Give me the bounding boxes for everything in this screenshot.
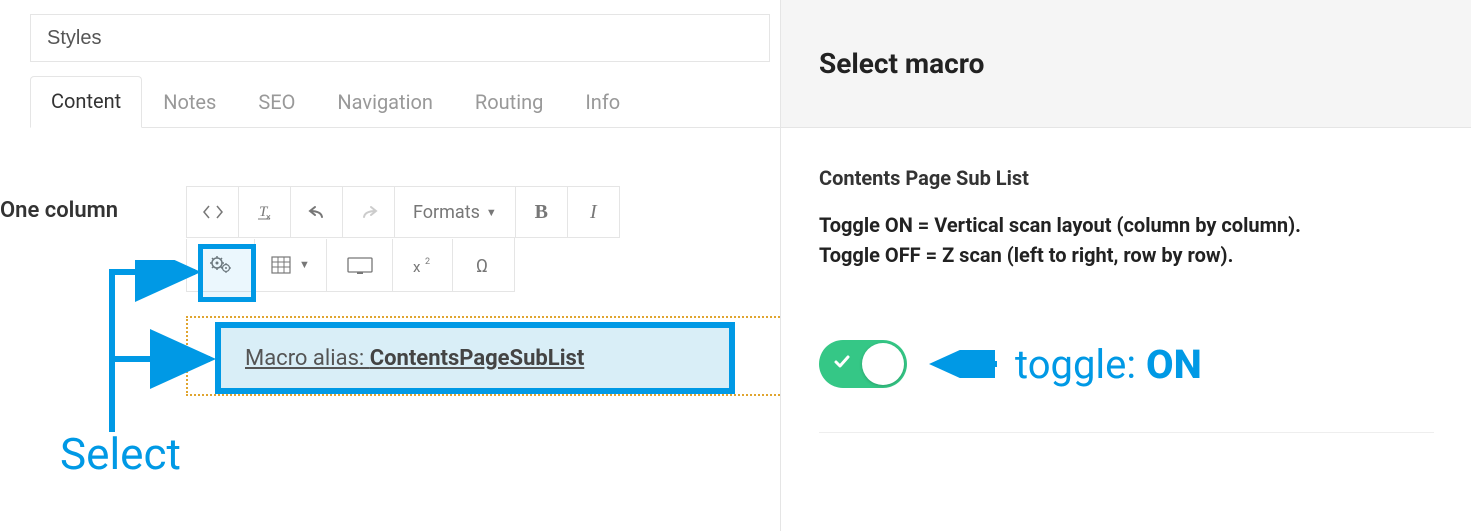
macro-panel: Select macro Contents Page Sub List Togg… (780, 0, 1471, 531)
formats-label: Formats (413, 202, 480, 223)
rte-toolbar-row2: ▼ x2 Ω (186, 238, 515, 292)
toggle-knob (862, 343, 904, 385)
undo-button[interactable] (290, 186, 342, 238)
divider (819, 432, 1434, 433)
rte-toolbar-row1: T× Formats ▼ B I (186, 186, 620, 238)
superscript-button[interactable]: x2 (392, 239, 452, 291)
tab-info[interactable]: Info (564, 77, 641, 128)
tab-navigation[interactable]: Navigation (316, 77, 454, 128)
svg-text:x: x (413, 258, 421, 274)
tab-seo[interactable]: SEO (237, 77, 316, 128)
svg-text:2: 2 (425, 257, 430, 267)
redo-button[interactable] (342, 186, 394, 238)
clear-formatting-button[interactable]: T× (238, 186, 290, 238)
layout-toggle[interactable] (819, 340, 907, 388)
toggle-row: toggle: ON (819, 340, 1202, 388)
macro-panel-title: Select macro (819, 47, 984, 80)
section-label: One column (0, 198, 118, 223)
table-button[interactable]: ▼ (254, 239, 326, 291)
media-button[interactable] (326, 239, 392, 291)
chevron-down-icon: ▼ (486, 206, 497, 219)
source-code-button[interactable] (186, 186, 238, 238)
editor-panel: Content Notes SEO Navigation Routing Inf… (0, 0, 780, 531)
tab-routing[interactable]: Routing (454, 77, 564, 128)
tab-notes[interactable]: Notes (142, 77, 237, 128)
macro-placeholder-text: Macro alias: ContentsPageSubList (245, 346, 584, 371)
macro-panel-header: Select macro (781, 0, 1471, 128)
special-char-button[interactable]: Ω (452, 239, 514, 291)
formats-dropdown[interactable]: Formats ▼ (394, 186, 515, 238)
macro-name: Contents Page Sub List (819, 166, 1433, 190)
styles-input[interactable] (30, 14, 770, 62)
macro-info: Contents Page Sub List Toggle ON = Verti… (781, 128, 1471, 270)
annotation-select-label: Select (60, 428, 181, 480)
check-icon (833, 353, 851, 375)
macro-description: Toggle ON = Vertical scan layout (column… (819, 210, 1433, 270)
bold-button[interactable]: B (515, 186, 567, 238)
macro-button[interactable] (186, 239, 254, 291)
italic-button[interactable]: I (567, 186, 619, 238)
svg-text:×: × (266, 213, 271, 222)
macro-placeholder[interactable]: Macro alias: ContentsPageSubList (215, 322, 735, 394)
tab-content[interactable]: Content (30, 76, 142, 128)
annotation-toggle-label: toggle: ON (927, 341, 1202, 388)
chevron-down-icon: ▼ (299, 258, 310, 271)
tabs: Content Notes SEO Navigation Routing Inf… (30, 76, 780, 128)
svg-text:Ω: Ω (476, 256, 488, 275)
